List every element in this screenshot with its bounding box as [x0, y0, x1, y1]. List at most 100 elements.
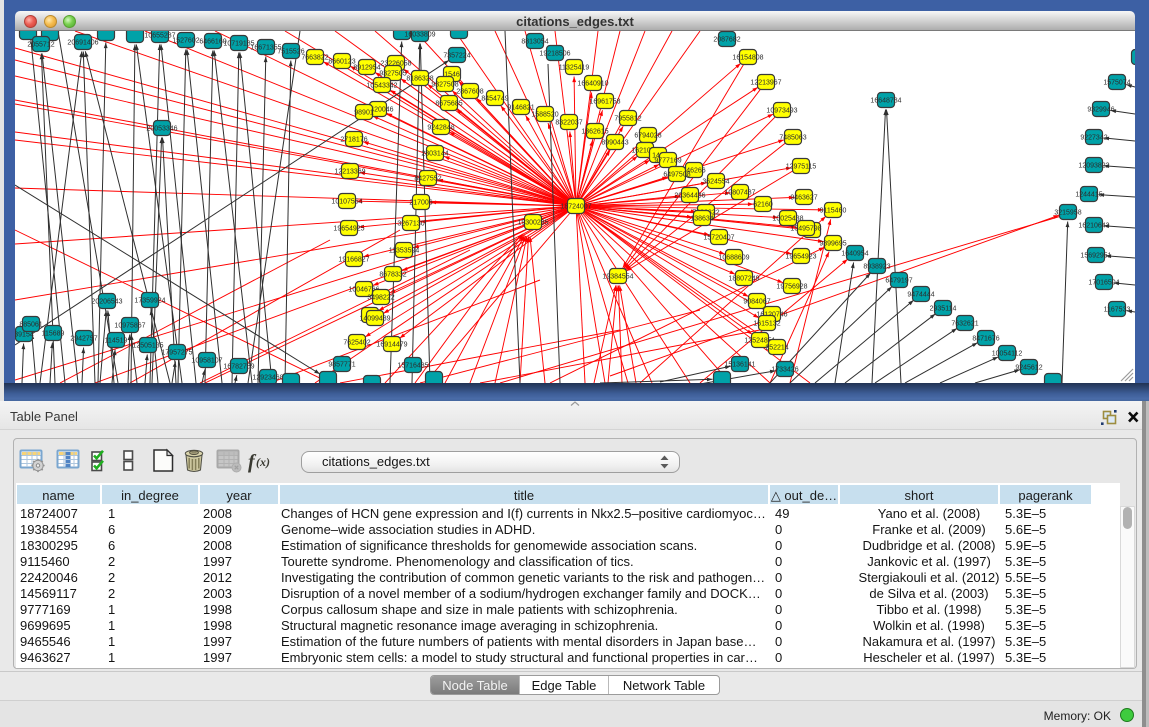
svg-text:1362615: 1362615 — [581, 129, 608, 136]
svg-text:16961758: 16961758 — [589, 99, 620, 106]
svg-text:39154: 39154 — [15, 332, 34, 339]
svg-text:6497508: 6497508 — [663, 172, 690, 179]
svg-text:9329946: 9329946 — [1087, 107, 1114, 114]
svg-text:2867608: 2867608 — [456, 89, 483, 96]
svg-text:10958107: 10958107 — [191, 358, 222, 365]
svg-text:8990443: 8990443 — [601, 140, 628, 147]
svg-text:19218506: 19218506 — [539, 51, 570, 58]
svg-text:8471676: 8471676 — [972, 336, 999, 343]
svg-text:12505135: 12505135 — [132, 343, 163, 350]
svg-text:9899695: 9899695 — [819, 241, 846, 248]
svg-text:217006: 217006 — [409, 200, 432, 207]
svg-text:14099489: 14099489 — [359, 316, 390, 323]
svg-text:2803144: 2803144 — [421, 151, 448, 158]
svg-text:18807249: 18807249 — [728, 276, 759, 283]
svg-text:15136141: 15136141 — [724, 362, 755, 369]
svg-text:885061: 885061 — [19, 322, 42, 329]
svg-text:15716485: 15716485 — [397, 363, 428, 370]
svg-text:9857771: 9857771 — [328, 362, 355, 369]
svg-text:2055712: 2055712 — [27, 42, 54, 49]
svg-text:2942757: 2942757 — [70, 336, 97, 343]
svg-text:16914479: 16914479 — [376, 342, 407, 349]
svg-text:9084067: 9084067 — [743, 299, 770, 306]
svg-text:8675685: 8675685 — [435, 101, 462, 108]
svg-text:1244415: 1244415 — [1075, 192, 1102, 199]
svg-text:1167533: 1167533 — [1104, 307, 1131, 314]
svg-text:9227342: 9227342 — [1080, 135, 1107, 142]
svg-text:17016504: 17016504 — [1088, 280, 1119, 287]
svg-text:8427552: 8427552 — [414, 176, 441, 183]
svg-text:8912954: 8912954 — [353, 65, 380, 72]
svg-text:16640910: 16640910 — [577, 81, 608, 88]
svg-text:9146821: 9146821 — [507, 105, 534, 112]
svg-text:7625402: 7625402 — [343, 340, 370, 347]
svg-text:9327505: 9327505 — [379, 71, 406, 78]
svg-text:8660123: 8660123 — [328, 59, 355, 66]
svg-text:3267130: 3267130 — [397, 221, 424, 228]
svg-text:10975867: 10975867 — [114, 323, 145, 330]
svg-text:19300235: 19300235 — [517, 220, 548, 227]
svg-text:8454749: 8454749 — [481, 96, 508, 103]
svg-text:8186328: 8186328 — [406, 76, 433, 83]
svg-text:12213369: 12213369 — [334, 169, 365, 176]
svg-text:17957275: 17957275 — [161, 350, 192, 357]
svg-text:9463627: 9463627 — [790, 195, 817, 202]
svg-text:10107554: 10107554 — [331, 199, 362, 206]
svg-text:(x): (x) — [256, 455, 270, 469]
svg-text:7485063: 7485063 — [779, 135, 806, 142]
svg-text:7357224: 7357224 — [443, 53, 470, 60]
svg-text:15692951: 15692951 — [1080, 253, 1111, 260]
svg-text:114519: 114519 — [105, 338, 128, 345]
svg-text:12093822: 12093822 — [1078, 163, 1109, 170]
svg-text:10054112: 10054112 — [992, 351, 1023, 358]
svg-text:9115460: 9115460 — [820, 208, 847, 215]
svg-text:15720407: 15720407 — [703, 235, 734, 242]
svg-text:10807487: 10807487 — [724, 190, 755, 197]
svg-text:98901: 98901 — [354, 110, 374, 117]
svg-text:16033809: 16033809 — [404, 32, 435, 39]
svg-text:6479197: 6479197 — [885, 278, 912, 285]
svg-text:8678332: 8678332 — [379, 272, 406, 279]
svg-text:1615132: 1615132 — [753, 321, 780, 328]
svg-text:2087682: 2087682 — [713, 37, 740, 44]
svg-text:7955812: 7955812 — [614, 116, 641, 123]
svg-text:12975115: 12975115 — [786, 164, 817, 171]
svg-text:20206543: 20206543 — [91, 299, 122, 306]
svg-text:20691406: 20691406 — [67, 40, 98, 47]
svg-text:8322037: 8322037 — [555, 120, 582, 127]
svg-text:10655287: 10655287 — [144, 33, 175, 40]
svg-text:19166827: 19166827 — [338, 257, 369, 264]
svg-text:252214: 252214 — [765, 345, 788, 352]
svg-text:7663822: 7663822 — [301, 55, 328, 62]
svg-text:1527602: 1527602 — [172, 38, 199, 45]
svg-text:9327508: 9327508 — [431, 82, 458, 89]
svg-text:1640954: 1640954 — [841, 251, 868, 258]
svg-text:1588520: 1588520 — [531, 112, 558, 119]
svg-text:16648784: 16648784 — [870, 98, 901, 105]
svg-text:7632621: 7632621 — [951, 321, 978, 328]
svg-text:17359924: 17359924 — [134, 298, 165, 305]
svg-text:16154808: 16154808 — [732, 55, 763, 62]
svg-text:10688609: 10688609 — [718, 255, 749, 262]
svg-text:2718176: 2718176 — [340, 137, 367, 144]
svg-text:10973493: 10973493 — [766, 108, 797, 115]
svg-text:138634: 138634 — [690, 216, 713, 223]
svg-text:62160: 62160 — [753, 202, 773, 209]
svg-text:19756928: 19756928 — [776, 284, 807, 291]
svg-text:18724007: 18724007 — [560, 204, 591, 211]
svg-text:12923468: 12923468 — [252, 375, 283, 382]
svg-text:19384554: 19384554 — [602, 274, 633, 281]
svg-text:19654923: 19654923 — [785, 254, 816, 261]
svg-text:9242848: 9242848 — [427, 125, 454, 132]
svg-text:10543342: 10543342 — [366, 83, 397, 90]
svg-text:8813054: 8813054 — [521, 39, 548, 46]
svg-text:3215958: 3215958 — [1054, 210, 1081, 217]
svg-text:16210643: 16210643 — [1078, 223, 1109, 230]
svg-text:3498222: 3498222 — [367, 295, 394, 302]
svg-text:20364436: 20364436 — [674, 193, 705, 200]
svg-text:1733426: 1733426 — [771, 367, 798, 374]
svg-text:9245612: 9245612 — [1015, 365, 1042, 372]
svg-text:9474444: 9474444 — [907, 292, 934, 299]
svg-text:115689: 115689 — [42, 331, 65, 338]
svg-text:11325419: 11325419 — [559, 65, 590, 72]
